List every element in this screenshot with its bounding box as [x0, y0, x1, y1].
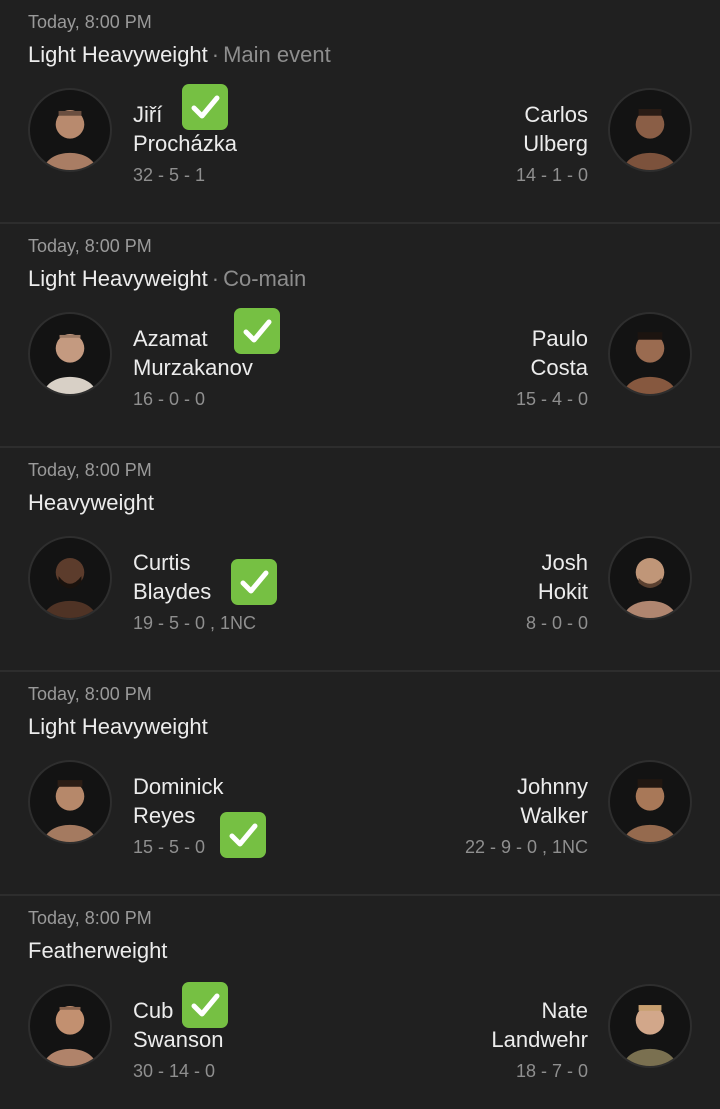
fighter-last-name: Costa: [530, 355, 588, 380]
division-name: Heavyweight: [28, 490, 154, 515]
separator-dot: ·: [211, 266, 220, 291]
division-name: Light Heavyweight: [28, 714, 208, 739]
division-name: Light Heavyweight: [28, 266, 208, 291]
fighter-first-name: Josh: [541, 550, 588, 575]
fighter-last-name: Procházka: [133, 131, 237, 156]
fighter-avatar-icon[interactable]: [28, 536, 112, 620]
right-fighter[interactable]: Josh Hokit 8 - 0 - 0: [348, 548, 588, 636]
left-fighter[interactable]: Jiří Procházka 32 - 5 - 1: [133, 100, 373, 188]
fight-division: Heavyweight: [28, 490, 154, 516]
fight-division: Featherweight: [28, 938, 167, 964]
fighter-record: 16 - 0 - 0: [133, 389, 206, 409]
fighter-last-name: Walker: [520, 803, 588, 828]
checkmark-icon: [220, 812, 266, 858]
fight-card[interactable]: Today, 8:00 PM Featherweight Cub Swanson…: [0, 896, 720, 1109]
left-fighter[interactable]: Cub Swanson 30 - 14 - 0: [133, 996, 373, 1084]
checkmark-icon: [234, 308, 280, 354]
fighter-avatar-icon[interactable]: [28, 760, 112, 844]
fight-card[interactable]: Today, 8:00 PM Heavyweight Curtis Blayde…: [0, 448, 720, 672]
fighter-last-name: Murzakanov: [133, 355, 253, 380]
fight-tag: Co-main: [223, 266, 307, 291]
fighter-record: 8 - 0 - 0: [525, 613, 588, 633]
fighter-avatar-icon[interactable]: [608, 536, 692, 620]
fighter-record: 22 - 9 - 0 , 1NC: [464, 837, 588, 857]
division-name: Featherweight: [28, 938, 168, 963]
fighter-record: 18 - 7 - 0: [515, 1061, 588, 1081]
fight-card[interactable]: Today, 8:00 PM Light Heavyweight · Co-main…: [0, 224, 720, 448]
checkmark-icon: [182, 982, 228, 1028]
fighter-first-name: Johnny: [517, 774, 588, 799]
checkmark-icon: [182, 84, 228, 130]
fighter-avatar-icon[interactable]: [608, 88, 692, 172]
fighter-first-name: Jiří: [133, 102, 163, 127]
right-fighter[interactable]: Nate Landwehr 18 - 7 - 0: [348, 996, 588, 1084]
fighter-first-name: Cub: [133, 998, 174, 1023]
fighter-record: 19 - 5 - 0 , 1NC: [133, 613, 257, 633]
fight-time: Today, 8:00 PM: [28, 684, 152, 704]
fighter-last-name: Swanson: [133, 1027, 224, 1052]
fighter-avatar-icon[interactable]: [28, 984, 112, 1068]
fighter-first-name: Carlos: [524, 102, 588, 127]
fighter-record: 30 - 14 - 0: [133, 1061, 216, 1081]
separator-dot: ·: [211, 42, 220, 67]
fight-time: Today, 8:00 PM: [28, 12, 152, 32]
fight-division: Light Heavyweight · Main event: [28, 42, 331, 68]
fight-card[interactable]: Today, 8:00 PM Light Heavyweight Dominic…: [0, 672, 720, 896]
fighter-first-name: Paulo: [531, 326, 588, 351]
fighter-avatar-icon[interactable]: [28, 88, 112, 172]
fight-division: Light Heavyweight · Co-main: [28, 266, 306, 292]
division-name: Light Heavyweight: [28, 42, 208, 67]
fighter-avatar-icon[interactable]: [28, 312, 112, 396]
fight-time: Today, 8:00 PM: [28, 908, 152, 928]
fight-tag: Main event: [223, 42, 331, 67]
fighter-last-name: Ulberg: [523, 131, 588, 156]
right-fighter[interactable]: Carlos Ulberg 14 - 1 - 0: [348, 100, 588, 188]
fighter-avatar-icon[interactable]: [608, 984, 692, 1068]
checkmark-icon: [231, 559, 277, 605]
right-fighter[interactable]: Johnny Walker 22 - 9 - 0 , 1NC: [348, 772, 588, 860]
fighter-last-name: Hokit: [537, 579, 588, 604]
fighter-first-name: Nate: [541, 998, 588, 1023]
fighter-record: 32 - 5 - 1: [133, 165, 206, 185]
fighter-avatar-icon[interactable]: [608, 312, 692, 396]
fight-time: Today, 8:00 PM: [28, 236, 152, 256]
fighter-avatar-icon[interactable]: [608, 760, 692, 844]
fighter-record: 15 - 4 - 0: [515, 389, 588, 409]
fighter-last-name: Landwehr: [491, 1027, 588, 1052]
fighter-first-name: Dominick: [133, 774, 224, 799]
fight-time: Today, 8:00 PM: [28, 460, 152, 480]
fight-division: Light Heavyweight: [28, 714, 208, 740]
fight-card[interactable]: Today, 8:00 PM Light Heavyweight · Main ev…: [0, 0, 720, 224]
fighter-record: 14 - 1 - 0: [515, 165, 588, 185]
right-fighter[interactable]: Paulo Costa 15 - 4 - 0: [348, 324, 588, 412]
